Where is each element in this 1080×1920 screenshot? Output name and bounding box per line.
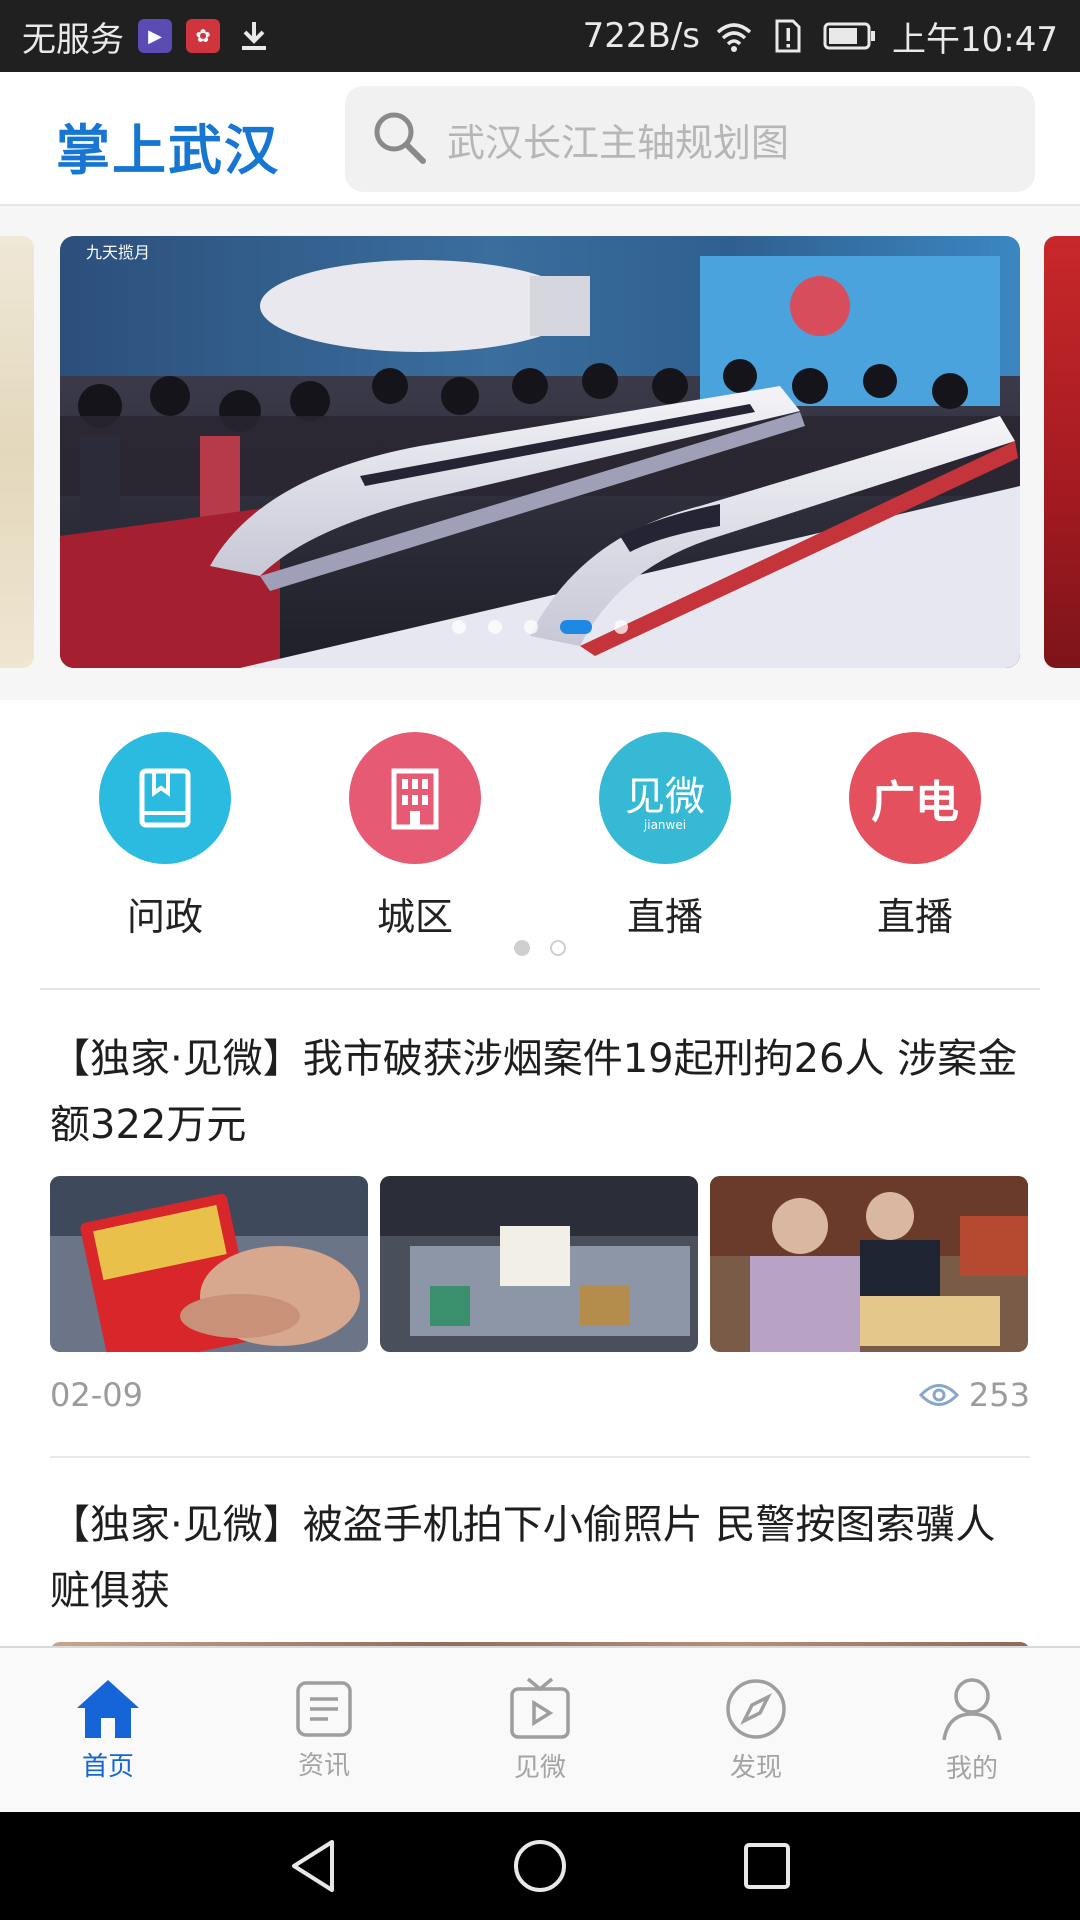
wifi-icon xyxy=(714,19,754,53)
entry-label: 问政 xyxy=(126,895,203,939)
banner-dot-3[interactable] xyxy=(524,620,538,634)
sim-alert-icon xyxy=(768,19,808,53)
compass-icon xyxy=(726,1678,786,1739)
system-nav-bar xyxy=(0,1812,1080,1920)
search-bar[interactable]: 武汉长江主轴规划图 xyxy=(345,86,1035,192)
entry-jianwei-live[interactable]: 见微 jianwei 直播 xyxy=(565,732,765,941)
tab-label: 我的 xyxy=(945,1753,998,1784)
app-screen: 无服务 ▶ ✿ 722B/s 上午10:47 掌上武汉 武汉长江主轴规划图 九天… xyxy=(0,0,1080,1920)
jianwei-logo-subtext: jianwei xyxy=(643,818,687,832)
entry-guangdian-live[interactable]: 广电 直播 xyxy=(815,732,1015,941)
tv-icon xyxy=(510,1677,570,1739)
home-button[interactable] xyxy=(500,1826,580,1906)
battery-icon xyxy=(822,19,878,53)
tab-label: 见微 xyxy=(513,1752,566,1783)
banner-slide[interactable]: 九天揽月 xyxy=(60,236,1020,668)
banner-dot-2[interactable] xyxy=(488,620,502,634)
banner-dot-4-active[interactable] xyxy=(560,620,592,634)
network-speed: 722B/s xyxy=(582,16,701,56)
app-header: 掌上武汉 武汉长江主轴规划图 xyxy=(0,72,1080,206)
news-item[interactable]: 【独家·见微】被盗手机拍下小偷照片 民警按图索骥人赃俱获 xyxy=(50,1492,1030,1662)
quick-entries: 问政 城区 见微 jianwei 直播 广电 直播 xyxy=(0,700,1080,990)
news-thumbnail-cigarette-pack xyxy=(50,1176,368,1352)
home-circle-icon xyxy=(513,1840,566,1892)
status-bar: 无服务 ▶ ✿ 722B/s 上午10:47 xyxy=(0,0,1080,72)
banner-image: 九天揽月 xyxy=(60,236,1020,668)
news-thumbnails xyxy=(50,1176,1030,1352)
tab-me[interactable]: 我的 xyxy=(864,1648,1080,1812)
news-views: 253 xyxy=(918,1376,1030,1414)
jianwei-logo: 见微 jianwei xyxy=(599,732,731,864)
banner-dot-5[interactable] xyxy=(614,620,628,634)
home-icon xyxy=(77,1679,139,1738)
tab-home[interactable]: 首页 xyxy=(0,1648,216,1812)
banner-carousel[interactable]: 九天揽月 xyxy=(0,206,1080,700)
news-icon xyxy=(296,1680,352,1737)
news-divider xyxy=(50,1456,1030,1458)
banner-next-peek[interactable] xyxy=(1044,236,1080,668)
app-logo: 掌上武汉 xyxy=(56,119,280,182)
guangdian-logo: 广电 xyxy=(849,732,981,864)
entry-chengqu[interactable]: 城区 xyxy=(315,732,515,941)
entry-wenzheng[interactable]: 问政 xyxy=(65,732,265,941)
tab-label: 首页 xyxy=(81,1751,134,1782)
entry-pager-dot-2[interactable] xyxy=(550,940,566,956)
jianwei-logo-text: 见微 xyxy=(625,774,705,820)
status-left: 无服务 ▶ ✿ xyxy=(22,12,274,61)
news-thumbnail-police-check xyxy=(710,1176,1028,1352)
section-divider xyxy=(40,988,1040,990)
recents-button[interactable] xyxy=(727,1826,807,1906)
entry-label: 直播 xyxy=(626,895,703,939)
user-icon xyxy=(942,1677,1002,1740)
news-title: 【独家·见微】被盗手机拍下小偷照片 民警按图索骥人赃俱获 xyxy=(50,1502,996,1614)
tab-label: 发现 xyxy=(729,1752,782,1783)
entry-label: 直播 xyxy=(876,895,953,939)
tab-jianwei[interactable]: 见微 xyxy=(432,1648,648,1812)
building-icon xyxy=(349,732,481,864)
clock-text: 上午10:47 xyxy=(892,19,1058,60)
search-placeholder: 武汉长江主轴规划图 xyxy=(447,120,790,165)
carrier-text: 无服务 xyxy=(22,19,124,60)
guangdian-logo-text: 广电 xyxy=(871,777,959,828)
bottom-tab-bar: 首页 资讯 见微 发现 我的 xyxy=(0,1646,1080,1812)
back-button[interactable] xyxy=(273,1826,353,1906)
banner-prev-peek[interactable] xyxy=(0,236,34,668)
news-item[interactable]: 【独家·见微】我市破获涉烟案件19起刑拘26人 涉案金额322万元 02-09 … xyxy=(50,1026,1030,1414)
entry-pager-dot-1[interactable] xyxy=(514,940,530,956)
eye-icon xyxy=(918,1384,959,1406)
book-icon xyxy=(99,732,231,864)
recents-square-icon xyxy=(743,1843,790,1889)
tab-discover[interactable]: 发现 xyxy=(648,1648,864,1812)
news-meta: 02-09 253 xyxy=(50,1376,1030,1414)
entry-label: 城区 xyxy=(376,895,453,939)
news-thumbnail-display-case xyxy=(380,1176,698,1352)
huawei-notification-icon: ✿ xyxy=(186,19,220,53)
tab-label: 资讯 xyxy=(297,1750,350,1781)
news-view-count: 253 xyxy=(968,1376,1030,1414)
tab-news[interactable]: 资讯 xyxy=(216,1648,432,1812)
banner-overlay-text: 九天揽月 xyxy=(86,243,150,262)
news-date: 02-09 xyxy=(50,1376,143,1414)
banner-dot-1[interactable] xyxy=(452,620,466,634)
news-title: 【独家·见微】我市破获涉烟案件19起刑拘26人 涉案金额322万元 xyxy=(50,1036,1018,1148)
banner-pager xyxy=(60,620,1020,634)
video-app-notification-icon: ▶ xyxy=(138,19,172,53)
entry-pager xyxy=(0,940,1080,956)
back-triangle-icon xyxy=(292,1840,335,1892)
status-right: 722B/s 上午10:47 xyxy=(583,12,1058,61)
download-icon xyxy=(234,19,274,53)
search-icon xyxy=(371,109,427,169)
